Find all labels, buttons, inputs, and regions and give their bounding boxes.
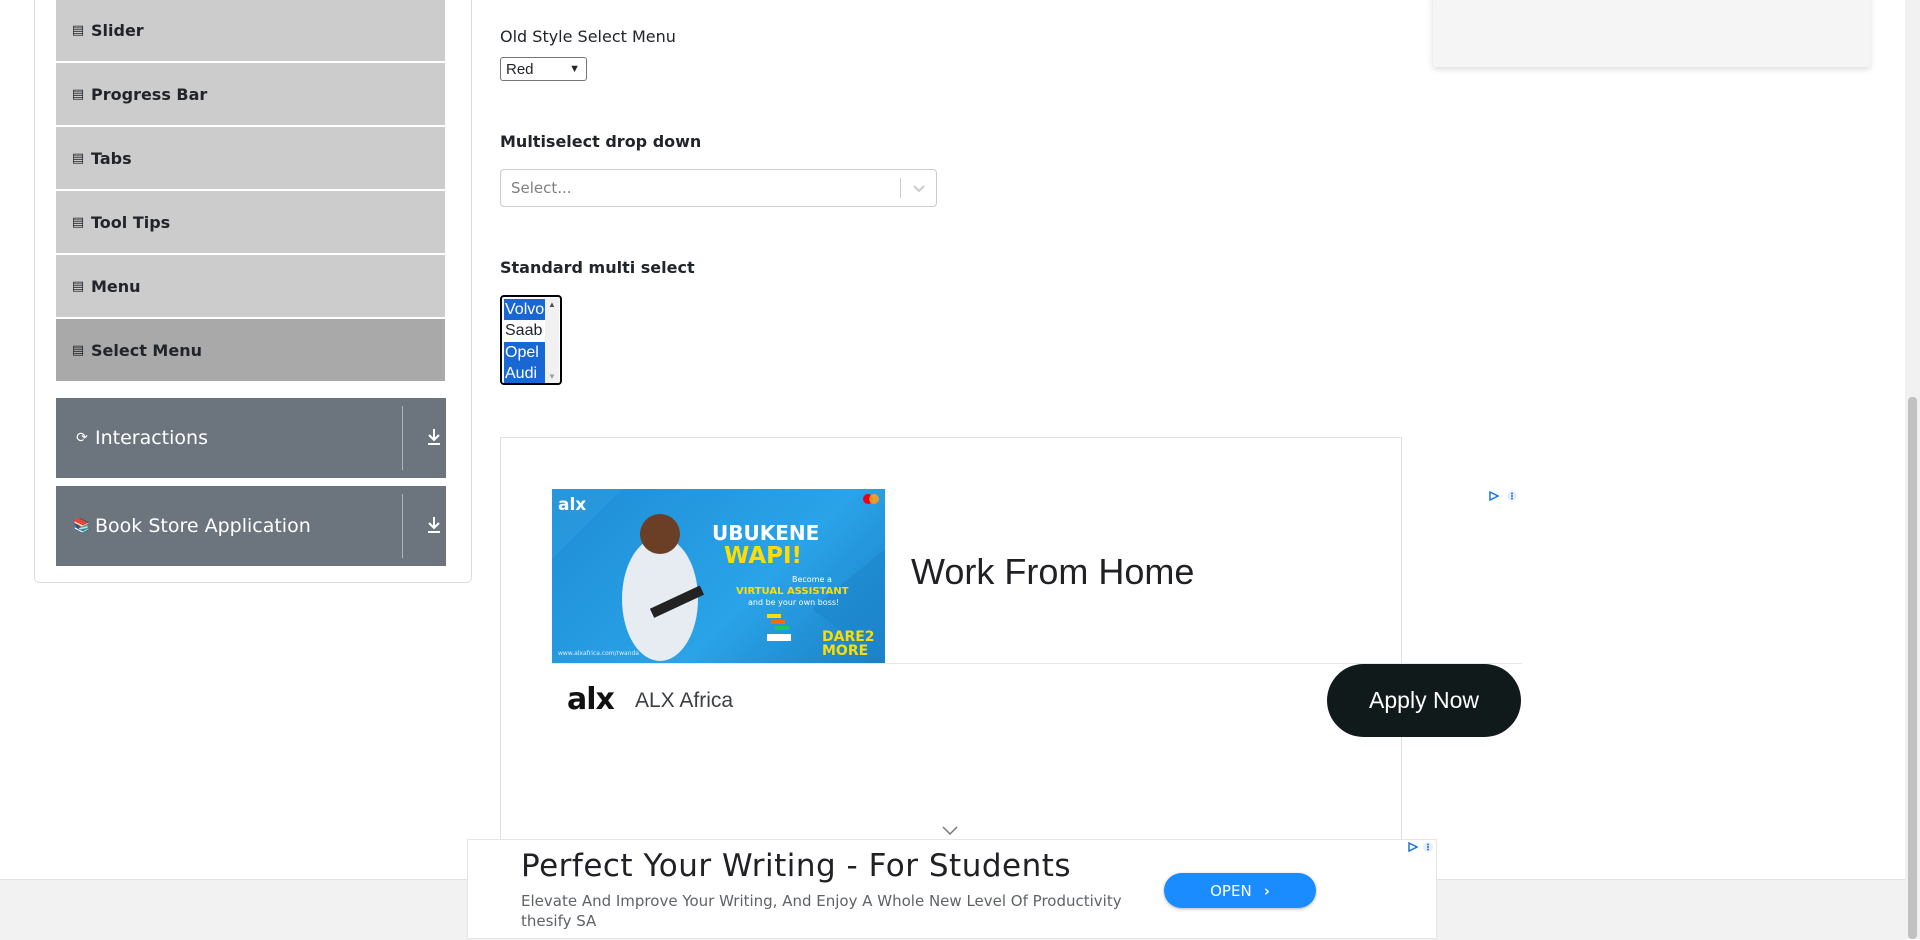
ad-image-brand: alx: [558, 495, 587, 515]
old-select-value: Red: [506, 60, 534, 78]
ad-image-sub2: VIRTUAL ASSISTANT: [736, 586, 849, 597]
ad-image-badge2: MORE: [822, 643, 869, 659]
html5-icon: ▤: [71, 22, 85, 38]
sidebar-item-label: Tool Tips: [91, 212, 171, 232]
download-icon: [428, 517, 440, 533]
group-header-interactions[interactable]: ⟳ Interactions: [56, 398, 446, 478]
multiselect-dropdown[interactable]: Select...: [500, 169, 937, 207]
ad-image-headline1: UBUKENE: [712, 521, 820, 545]
sidebar-item-label: Slider: [91, 20, 144, 40]
html5-icon: ▤: [71, 278, 85, 294]
ad-image[interactable]: alx UBUKENE WAPI! Become a VIRTUAL ASSIS…: [552, 489, 885, 663]
old-select-label: Old Style Select Menu: [500, 27, 676, 46]
option-saab[interactable]: Saab: [504, 320, 546, 341]
ad-options-icon[interactable]: [1507, 491, 1517, 501]
html5-icon: ▤: [71, 150, 85, 166]
html5-icon: ▤: [71, 86, 85, 102]
standard-multi-select[interactable]: Volvo Saab Opel Audi ▲ ▼: [500, 295, 562, 385]
chevron-right-icon: ›: [1263, 881, 1270, 900]
option-opel[interactable]: Opel: [504, 342, 546, 363]
group-header-label: Book Store Application: [95, 515, 311, 537]
multiselect-dropdown-label: Multiselect drop down: [500, 132, 702, 151]
multiselect-placeholder: Select...: [511, 179, 572, 197]
option-volvo[interactable]: Volvo: [504, 299, 546, 320]
open-button-label: OPEN: [1210, 881, 1252, 900]
sidebar-item-progress-bar[interactable]: ▤ Progress Bar: [56, 63, 445, 125]
ad-image-headline2: WAPI!: [724, 543, 803, 569]
standard-multi-select-label: Standard multi select: [500, 258, 695, 277]
ad-image-sub1: Become a: [792, 575, 832, 584]
sidebar-item-label: Progress Bar: [91, 84, 208, 104]
chevron-down-icon: ▼: [569, 63, 580, 75]
apply-now-button[interactable]: Apply Now: [1327, 664, 1521, 737]
html5-icon: ▤: [71, 214, 85, 230]
download-icon: [428, 429, 440, 445]
group-header-divider: [402, 494, 403, 558]
bottom-ad-advertiser: thesify SA: [521, 912, 597, 930]
sidebar-item-label: Menu: [91, 276, 141, 296]
option-audi[interactable]: Audi: [504, 363, 546, 383]
old-style-select[interactable]: Red ▼: [500, 57, 587, 81]
scroll-down-icon[interactable]: ▼: [548, 372, 556, 381]
top-right-ad-remnant: [1433, 0, 1870, 67]
indicator-separator: [900, 178, 901, 198]
group-header-divider: [402, 406, 403, 470]
adchoices-icon[interactable]: [1489, 491, 1499, 501]
bottom-ad-description: Elevate And Improve Your Writing, And En…: [521, 892, 1122, 910]
chevron-down-icon[interactable]: [909, 179, 929, 197]
open-button[interactable]: OPEN ›: [1164, 873, 1316, 908]
interactions-icon: ⟳: [76, 430, 88, 446]
scrollbar[interactable]: ▲ ▼: [545, 298, 559, 383]
sidebar-item-slider[interactable]: ▤ Slider: [56, 0, 445, 61]
books-icon: 📚: [73, 518, 91, 534]
sidebar-item-label: Select Menu: [91, 340, 202, 360]
bottom-ad-banner[interactable]: Perfect Your Writing - For Students Elev…: [467, 839, 1437, 939]
bottom-ad-headline[interactable]: Perfect Your Writing - For Students: [521, 848, 1071, 884]
sidebar-item-tool-tips[interactable]: ▤ Tool Tips: [56, 191, 445, 253]
page-scrollbar-thumb[interactable]: [1908, 397, 1917, 939]
adchoices-icon[interactable]: [1408, 842, 1418, 852]
ad-image-sub3: and be your own boss!: [748, 598, 840, 607]
ad-image-url: www.alxafrica.com/rwanda: [558, 650, 639, 657]
ad-title[interactable]: Work From Home: [911, 551, 1194, 593]
scroll-up-icon[interactable]: ▲: [548, 300, 556, 309]
sidebar-item-menu[interactable]: ▤ Menu: [56, 255, 445, 317]
sidebar-item-tabs[interactable]: ▤ Tabs: [56, 127, 445, 189]
sidebar-item-label: Tabs: [91, 148, 132, 168]
group-header-label: Interactions: [95, 427, 208, 449]
group-header-book-store[interactable]: 📚 Book Store Application: [56, 486, 446, 566]
chevron-down-icon[interactable]: [940, 825, 960, 837]
sidebar-item-select-menu[interactable]: ▤ Select Menu: [56, 319, 445, 381]
ad-options-icon[interactable]: [1423, 842, 1433, 852]
advertiser-name[interactable]: ALX Africa: [635, 689, 733, 713]
alx-logo: alx: [567, 682, 615, 717]
html5-icon: ▤: [71, 342, 85, 358]
